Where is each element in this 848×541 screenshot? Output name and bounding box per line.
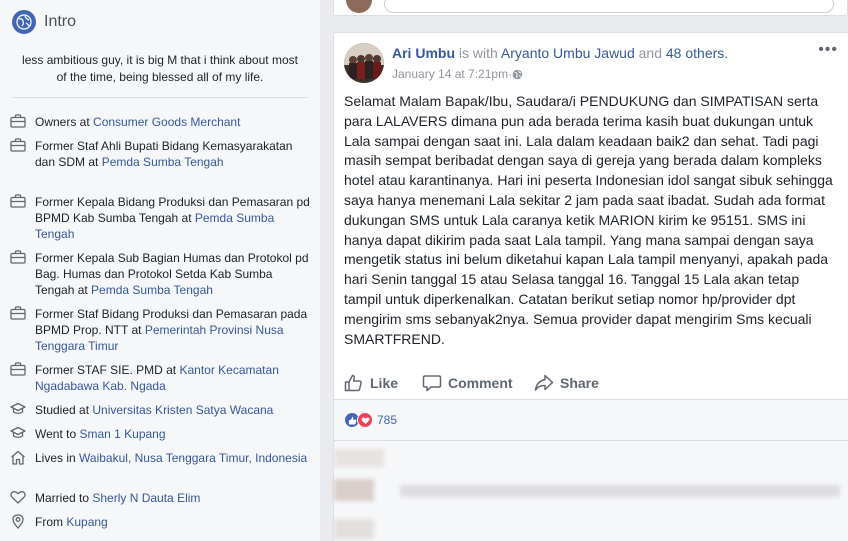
author-name[interactable]: Ari Umbu bbox=[392, 45, 455, 61]
divider bbox=[12, 97, 308, 98]
intro-item: Studied at Universitas Kristen Satya Wac… bbox=[10, 402, 310, 418]
comments-area bbox=[334, 440, 848, 541]
composer-avatar bbox=[346, 0, 372, 13]
intro-item: Lives in Waibakul, Nusa Tenggara Timur, … bbox=[10, 450, 310, 466]
intro-item: Owners at Consumer Goods Merchant bbox=[10, 114, 310, 130]
share-icon bbox=[534, 374, 554, 391]
post-header: Ari Umbu is with Aryanto Umbu Jawud and … bbox=[392, 45, 728, 61]
blurred-comment-avatar bbox=[334, 479, 374, 501]
reaction-count[interactable]: 785 bbox=[377, 413, 397, 427]
reactions-bar: 785 bbox=[334, 400, 848, 440]
intro-item-prefix: Studied at bbox=[35, 403, 93, 417]
comment-button[interactable]: Comment bbox=[422, 371, 513, 395]
intro-item-prefix: Married to bbox=[35, 491, 93, 505]
comment-label: Comment bbox=[448, 375, 513, 391]
others-link[interactable]: 48 others. bbox=[666, 45, 728, 61]
intro-item: Married to Sherly N Dauta Elim bbox=[10, 490, 310, 506]
share-label: Share bbox=[560, 375, 599, 391]
intro-item: Former STAF SIE. PMD at Kantor Kecamatan… bbox=[10, 362, 310, 394]
intro-item-link[interactable]: Sherly N Dauta Elim bbox=[92, 491, 200, 505]
briefcase-icon bbox=[10, 306, 28, 322]
briefcase-icon bbox=[10, 250, 28, 266]
author-avatar[interactable] bbox=[344, 43, 384, 83]
intro-header: Intro bbox=[12, 9, 76, 35]
intro-item-link[interactable]: Pemda Sumba Tengah bbox=[91, 283, 213, 297]
post-card: Ari Umbu is with Aryanto Umbu Jawud and … bbox=[333, 32, 848, 541]
intro-item: Former Staf Ahli Bupati Bidang Kemasyara… bbox=[10, 138, 310, 170]
intro-item-link[interactable]: Waibakul, Nusa Tenggara Timur, Indonesia bbox=[79, 451, 307, 465]
intro-item-text: Former Kepala Bidang Produksi dan Pemasa… bbox=[35, 194, 310, 242]
tagged-friend[interactable]: Aryanto Umbu Jawud bbox=[501, 45, 635, 61]
post-body: Selamat Malam Bapak/Ibu, Saudara/i PENDU… bbox=[344, 93, 833, 347]
intro-item: Former Staf Bidang Produksi dan Pemasara… bbox=[10, 306, 310, 354]
intro-item-link[interactable]: Consumer Goods Merchant bbox=[93, 115, 240, 129]
intro-panel: Intro less ambitious guy, it is big M th… bbox=[0, 0, 320, 541]
post-meta: January 14 at 7:21pm · bbox=[392, 67, 523, 81]
intro-item-text: Studied at Universitas Kristen Satya Wac… bbox=[35, 402, 310, 418]
intro-item-text: Married to Sherly N Dauta Elim bbox=[35, 490, 310, 506]
intro-item: Went to Sman 1 Kupang bbox=[10, 426, 310, 442]
intro-item-prefix: From bbox=[35, 515, 67, 529]
graduation-cap-icon bbox=[10, 426, 28, 442]
intro-item-prefix: Went to bbox=[35, 427, 80, 441]
comment-icon bbox=[422, 375, 442, 392]
intro-item-text: Former Staf Bidang Produksi dan Pemasara… bbox=[35, 306, 310, 354]
composer-box[interactable] bbox=[333, 0, 848, 16]
graduation-cap-icon bbox=[10, 402, 28, 418]
intro-item-text: Went to Sman 1 Kupang bbox=[35, 426, 310, 442]
and-text: and bbox=[634, 45, 666, 61]
blurred-comment-avatar bbox=[334, 449, 384, 467]
briefcase-icon bbox=[10, 138, 28, 154]
intro-item-text: Former STAF SIE. PMD at Kantor Kecamatan… bbox=[35, 362, 310, 394]
intro-item-link[interactable]: Kupang bbox=[66, 515, 107, 529]
intro-item: From Kupang bbox=[10, 514, 310, 530]
briefcase-icon bbox=[10, 194, 28, 210]
love-reaction-icon bbox=[357, 412, 373, 428]
intro-item: Former Kepala Bidang Produksi dan Pemasa… bbox=[10, 194, 310, 242]
intro-item-text: From Kupang bbox=[35, 514, 310, 530]
like-label: Like bbox=[370, 375, 399, 391]
intro-item-text: Owners at Consumer Goods Merchant bbox=[35, 114, 310, 130]
intro-item-text: Lives in Waibakul, Nusa Tenggara Timur, … bbox=[35, 450, 310, 466]
blurred-comment-avatar bbox=[334, 519, 374, 539]
with-text: is with bbox=[455, 45, 501, 61]
composer-input[interactable] bbox=[384, 0, 834, 13]
intro-item: Former Kepala Sub Bagian Humas dan Proto… bbox=[10, 250, 310, 298]
intro-bio: less ambitious guy, it is big M that i t… bbox=[22, 53, 298, 84]
intro-item-prefix: Former STAF SIE. PMD at bbox=[35, 363, 180, 377]
post-options-button[interactable]: ••• bbox=[818, 41, 838, 59]
intro-item-prefix: Lives in bbox=[35, 451, 80, 465]
intro-title: Intro bbox=[44, 13, 77, 30]
blurred-comment-text bbox=[400, 485, 840, 497]
intro-item-link[interactable]: Pemda Sumba Tengah bbox=[102, 155, 224, 169]
intro-item-prefix: Owners at bbox=[35, 115, 94, 129]
intro-item-text: Former Kepala Sub Bagian Humas dan Proto… bbox=[35, 250, 310, 298]
intro-item-text: Former Staf Ahli Bupati Bidang Kemasyara… bbox=[35, 138, 310, 170]
briefcase-icon bbox=[10, 362, 28, 378]
like-button[interactable]: Like bbox=[344, 371, 398, 395]
intro-item-link[interactable]: Sman 1 Kupang bbox=[79, 427, 165, 441]
home-icon bbox=[10, 450, 28, 466]
thumbs-up-icon bbox=[344, 374, 362, 392]
location-pin-icon bbox=[10, 514, 28, 530]
gutter bbox=[320, 0, 332, 541]
intro-item-link[interactable]: Universitas Kristen Satya Wacana bbox=[92, 403, 273, 417]
public-globe-icon[interactable] bbox=[512, 69, 523, 80]
share-button[interactable]: Share bbox=[534, 371, 599, 395]
globe-icon bbox=[12, 10, 36, 34]
briefcase-icon bbox=[10, 114, 28, 130]
post-timestamp[interactable]: January 14 at 7:21pm bbox=[392, 67, 508, 81]
heart-icon bbox=[10, 490, 28, 506]
reactions-summary[interactable]: 785 bbox=[344, 412, 397, 428]
